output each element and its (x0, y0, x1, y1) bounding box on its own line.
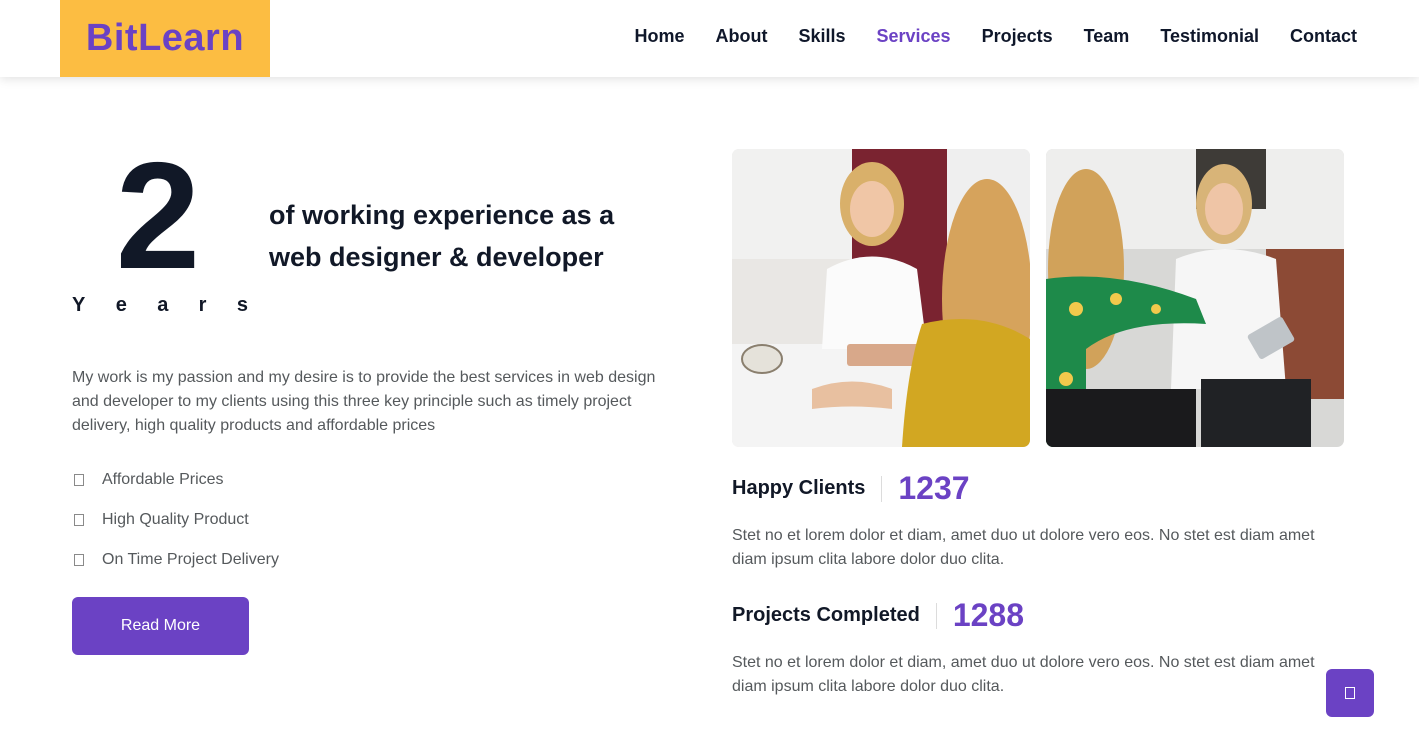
feature-item: On Time Project Delivery (72, 540, 279, 580)
main-nav: Home About Skills Services Projects Team… (603, 0, 1357, 73)
nav-skills[interactable]: Skills (798, 26, 845, 47)
read-more-button[interactable]: Read More (72, 597, 249, 655)
years-letter: Y (72, 294, 86, 316)
years-letter: e (115, 294, 127, 316)
stat-projects-completed: Projects Completed 1288 (732, 597, 1024, 634)
feature-list: Affordable Prices High Quality Product O… (72, 460, 279, 580)
feature-item: High Quality Product (72, 500, 279, 540)
brand-name[interactable]: BitLearn (86, 17, 244, 60)
experience-heading-line1: of working experience as a (269, 200, 615, 230)
stat-divider (935, 602, 937, 629)
stat-happy-clients: Happy Clients 1237 (732, 470, 970, 507)
about-paragraph: My work is my passion and my desire is t… (72, 369, 656, 434)
meeting-photo (1046, 149, 1344, 447)
feature-item: Affordable Prices (72, 460, 279, 500)
feature-label: High Quality Product (102, 511, 249, 528)
nav-services[interactable]: Services (877, 26, 951, 47)
experience-number: 2 (115, 131, 201, 301)
handshake-photo (732, 149, 1030, 447)
feature-label: Affordable Prices (102, 471, 224, 488)
nav-contact[interactable]: Contact (1290, 26, 1357, 47)
feature-label: On Time Project Delivery (102, 551, 279, 568)
back-to-top-button[interactable] (1326, 669, 1374, 717)
stat-description: Stet no et lorem dolor et diam, amet duo… (732, 527, 1315, 568)
experience-heading: of working experience as a web designer … (269, 194, 689, 278)
stat-divider (881, 475, 883, 502)
nav-team[interactable]: Team (1084, 26, 1130, 47)
arrow-up-icon (1345, 687, 1355, 699)
nav-about[interactable]: About (715, 26, 767, 47)
check-icon (74, 554, 84, 566)
experience-heading-line2: web designer & developer (269, 242, 604, 272)
brand-logo[interactable]: BitLearn (60, 0, 270, 77)
nav-projects[interactable]: Projects (982, 26, 1053, 47)
stat-value: 1288 (952, 597, 1025, 633)
nav-home[interactable]: Home (634, 26, 684, 47)
years-letter: s (236, 294, 248, 316)
experience-unit: Y e a r s (72, 294, 248, 317)
check-icon (74, 474, 84, 486)
check-icon (74, 514, 84, 526)
years-letter: a (157, 294, 169, 316)
stat-label: Projects Completed (732, 604, 920, 626)
years-letter: r (198, 294, 207, 316)
stat-label: Happy Clients (732, 477, 866, 499)
stat-value: 1237 (898, 470, 970, 506)
stat-description: Stet no et lorem dolor et diam, amet duo… (732, 654, 1315, 695)
navbar: BitLearn Home About Skills Services Proj… (0, 0, 1419, 77)
nav-testimonial[interactable]: Testimonial (1160, 26, 1259, 47)
